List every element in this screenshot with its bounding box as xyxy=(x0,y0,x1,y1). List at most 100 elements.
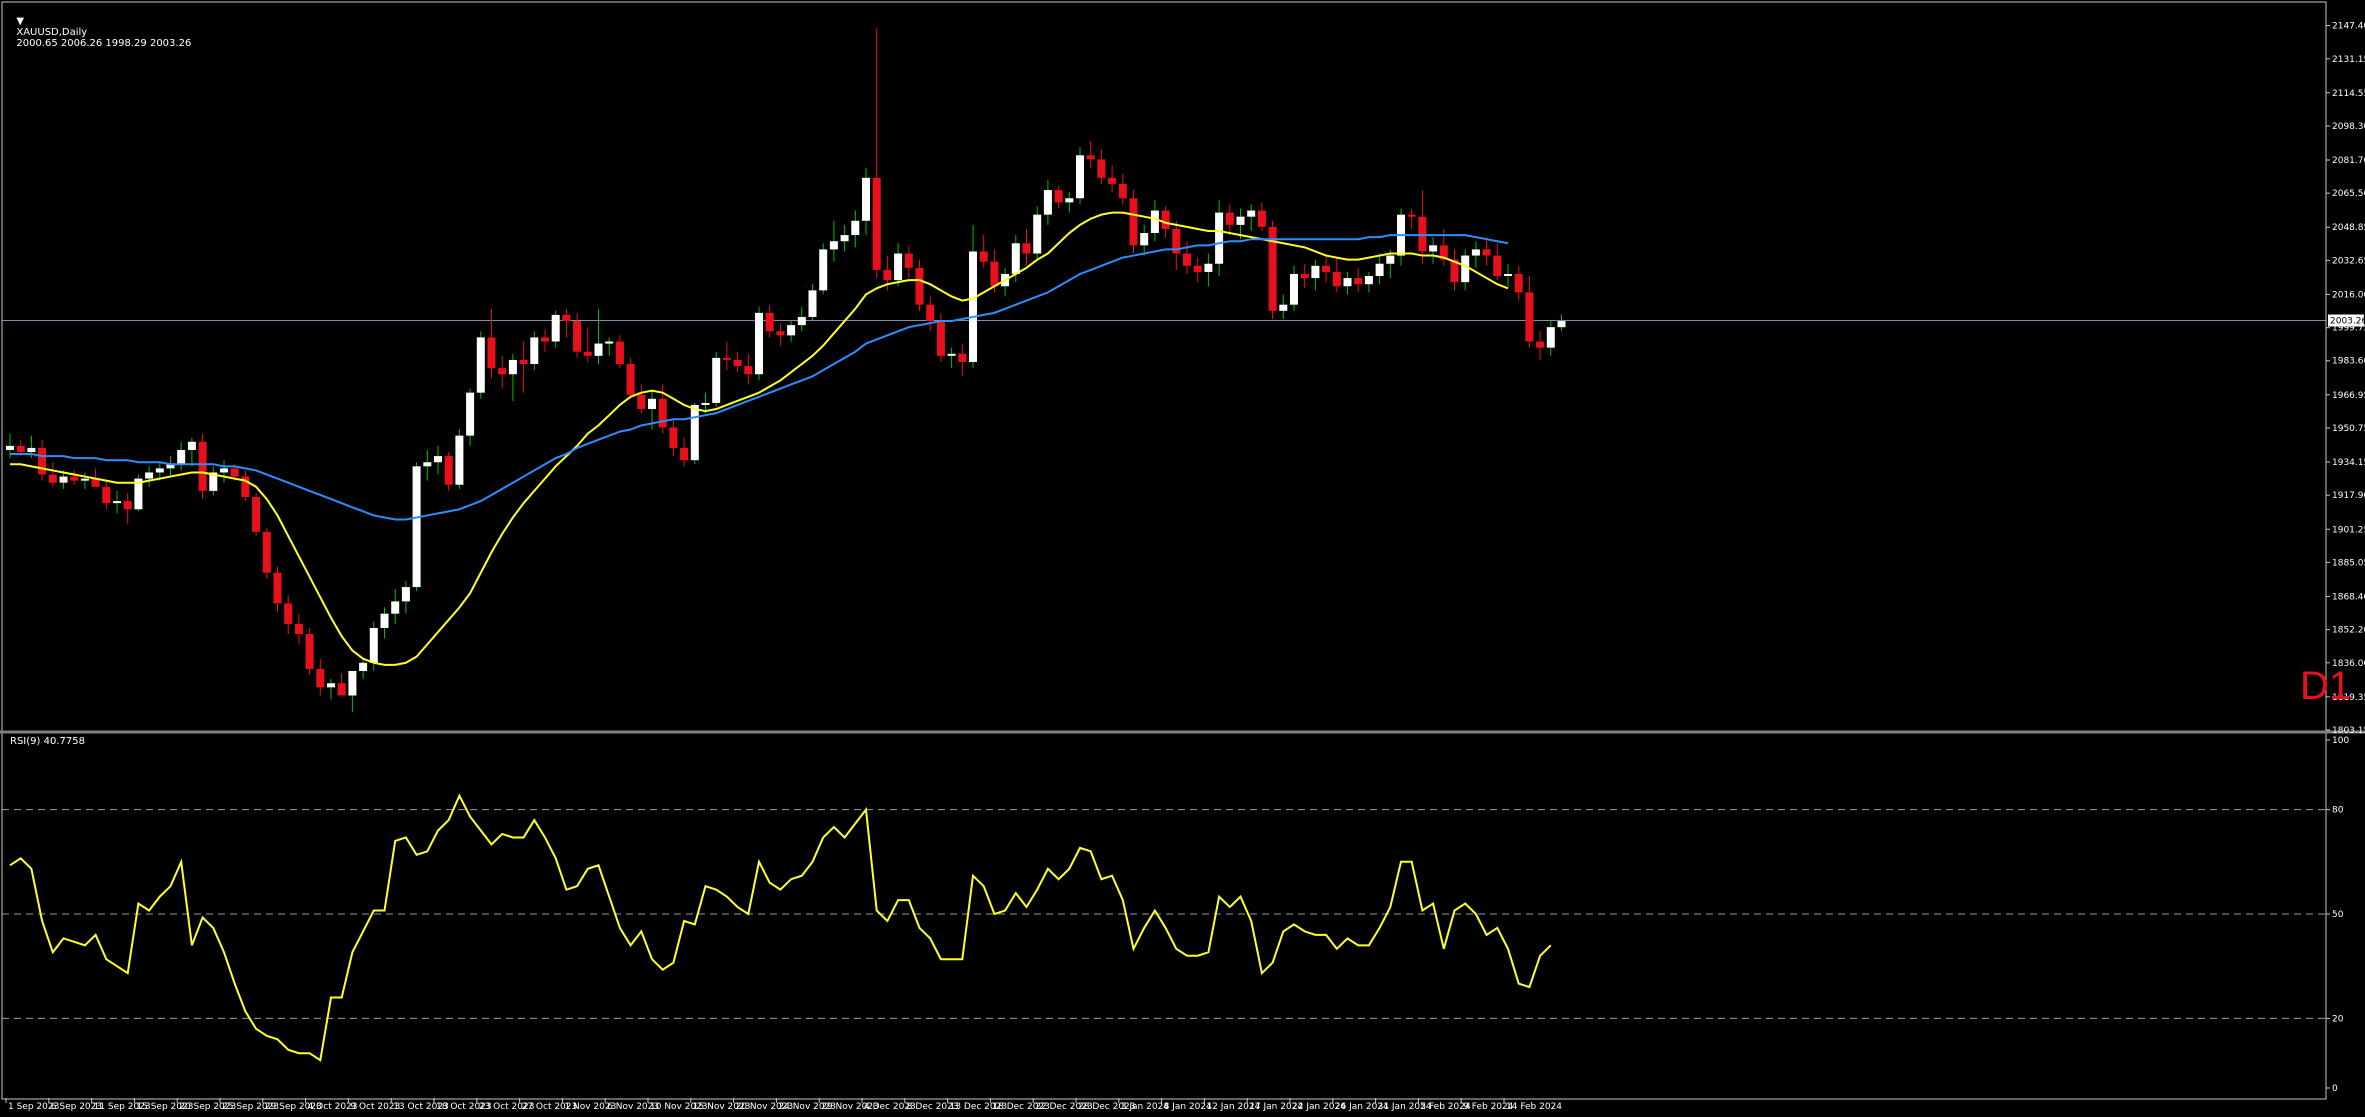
candle-body xyxy=(1322,265,1331,272)
candle-body xyxy=(594,343,603,356)
price-tick-label: 1868.40 xyxy=(2332,592,2365,602)
date-tick-label: 14 Feb 2024 xyxy=(1506,1102,1562,1112)
candle-body xyxy=(348,670,357,696)
candle-body xyxy=(1332,271,1341,287)
candle-body xyxy=(765,312,774,332)
candle-body xyxy=(979,251,988,262)
axes: 2147.40 2131.15 2114.55 2098.30 2081.70 2065.… xyxy=(0,1,2365,1112)
candle-body xyxy=(337,683,346,696)
candle-body xyxy=(1033,214,1042,254)
candle-body xyxy=(70,476,79,481)
rsi-tick-label: 50 xyxy=(2332,910,2344,920)
candle-body xyxy=(1514,273,1523,293)
candle-body xyxy=(690,404,699,461)
candle-body xyxy=(1536,341,1545,348)
candle-body xyxy=(819,249,828,291)
candle-body xyxy=(1429,245,1438,252)
candle-body xyxy=(1418,216,1427,252)
current-price-tag-label: 2003.26 xyxy=(2330,317,2365,327)
candle-body xyxy=(1343,278,1352,287)
candle-body xyxy=(755,312,763,375)
candle-body xyxy=(1311,265,1320,279)
candle-body xyxy=(936,321,945,356)
candle-body xyxy=(80,478,89,481)
candle-body xyxy=(1150,210,1159,234)
candle-body xyxy=(401,587,410,602)
candle-body xyxy=(797,316,806,326)
candle-body xyxy=(327,683,335,688)
candle-body xyxy=(551,314,560,342)
rsi-panel xyxy=(2,793,2326,1062)
candle-body xyxy=(808,290,817,317)
price-tick-label: 2147.40 xyxy=(2332,22,2365,32)
candle-body xyxy=(1225,212,1234,225)
candle-body xyxy=(273,572,282,604)
candle-body xyxy=(369,627,378,663)
candle-body xyxy=(862,177,870,221)
price-tick-label: 1966.95 xyxy=(2332,391,2365,401)
candle-body xyxy=(701,402,710,405)
rsi-tick-label: 80 xyxy=(2332,806,2344,816)
candle-body xyxy=(615,341,624,365)
timeframe-label: D1 xyxy=(2300,664,2352,708)
candle-body xyxy=(573,321,582,352)
candle-body xyxy=(562,314,571,322)
price-tick-label: 2081.70 xyxy=(2332,156,2365,166)
candle-body xyxy=(626,364,635,395)
candle-body xyxy=(1471,249,1480,256)
candle-body xyxy=(177,449,186,465)
candle-body xyxy=(455,435,464,485)
candle-body xyxy=(508,359,517,375)
candle-body xyxy=(1193,265,1202,272)
price-tick-label: 1917.90 xyxy=(2332,491,2365,501)
candle-body xyxy=(434,456,442,463)
rsi-tick-label: 20 xyxy=(2332,1014,2344,1024)
candle-body xyxy=(294,623,303,635)
date-tick-label: 3 Jan 2024 xyxy=(1121,1102,1169,1112)
candle-body xyxy=(38,447,47,475)
candle-body xyxy=(305,634,314,669)
candle-body xyxy=(487,337,496,369)
collapse-triangle-icon[interactable]: ▼ xyxy=(16,16,24,27)
candle-body xyxy=(1354,278,1363,285)
candle-body xyxy=(1504,273,1512,277)
price-tick-label: 1803.15 xyxy=(2332,726,2365,736)
candle-body xyxy=(1043,190,1052,215)
candle-body xyxy=(712,357,721,403)
candle-body xyxy=(187,441,196,450)
candle-body xyxy=(1204,263,1213,272)
rsi-line xyxy=(9,793,1552,1062)
candle-body xyxy=(658,398,667,428)
candle-body xyxy=(59,476,68,483)
candle-body xyxy=(541,337,549,342)
candle-body xyxy=(220,468,228,473)
candle-body xyxy=(969,251,977,362)
candle-body xyxy=(947,353,956,356)
candle-body xyxy=(883,269,892,281)
candle-body xyxy=(230,468,239,477)
candle-body xyxy=(744,366,753,375)
price-panel xyxy=(2,28,2326,712)
price-tick-label: 2016.00 xyxy=(2332,290,2365,300)
candle-body xyxy=(851,220,860,236)
candle-body xyxy=(1407,214,1416,217)
candle-body xyxy=(648,398,656,410)
candle-body xyxy=(1011,243,1020,274)
candle-body xyxy=(1386,255,1395,264)
candle-body xyxy=(680,447,689,461)
candle-body xyxy=(6,445,14,450)
candle-body xyxy=(926,304,935,322)
candle-body xyxy=(48,474,57,483)
candle-body xyxy=(829,241,838,250)
candle-body xyxy=(1247,210,1256,217)
candle-body xyxy=(123,501,132,510)
candle-body xyxy=(840,235,849,242)
price-tick-label: 1852.20 xyxy=(2332,626,2365,636)
candle-body xyxy=(872,177,881,270)
candle-body xyxy=(1236,216,1245,225)
candle-body xyxy=(958,353,967,362)
price-tick-label: 1885.05 xyxy=(2332,558,2365,568)
date-tick-label: 8 Jan 2024 xyxy=(1164,1102,1212,1112)
candle-body xyxy=(155,468,164,473)
candle-body xyxy=(252,497,261,532)
